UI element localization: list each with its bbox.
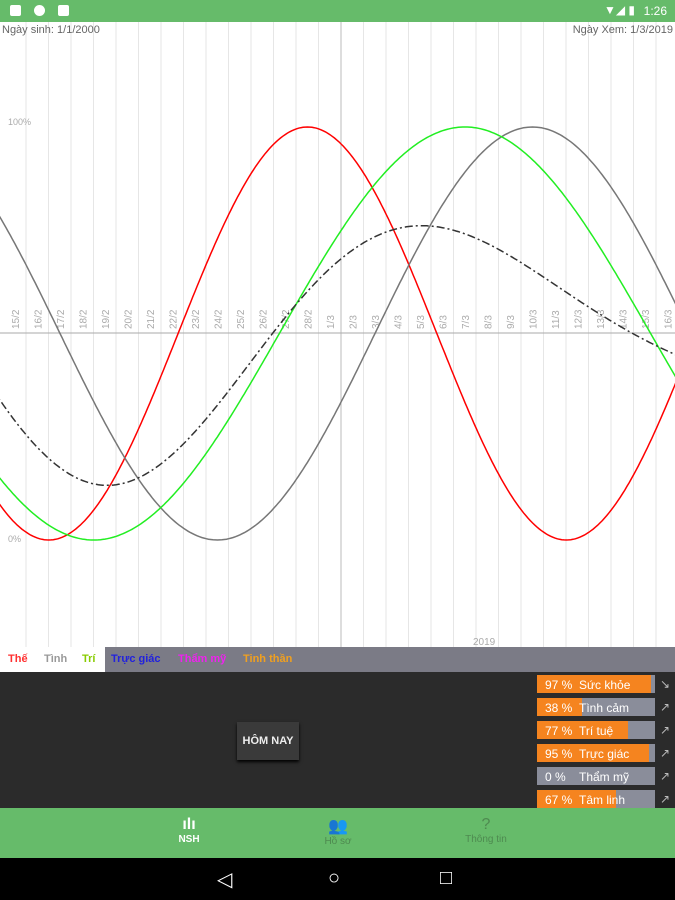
arrow-up-right-icon: ↗ xyxy=(660,723,671,737)
indicator-bar: 77 % Trí tuệ xyxy=(537,721,655,739)
x-tick-label: 9/3 xyxy=(506,315,517,329)
indicator-name: Tâm linh xyxy=(579,793,626,807)
x-tick-label: 19/2 xyxy=(101,309,112,329)
home-icon[interactable]: ○ xyxy=(328,867,340,890)
legend-tab[interactable]: Thế xyxy=(8,653,28,665)
x-tick-label: 6/3 xyxy=(439,315,450,329)
indicator-bar: 97 % Sức khỏe xyxy=(537,675,655,693)
y-label-100: 100% xyxy=(8,117,31,127)
biorhythm-chart[interactable]: 15/2 16/2 17/2 18/2 19/2 20/2 21/2 22/2 23/2 24/2… xyxy=(0,22,675,647)
sd-card-icon xyxy=(58,5,69,16)
x-tick-label: 15/2 xyxy=(11,309,22,329)
indicator-percent: 95 % xyxy=(545,747,573,761)
recents-icon[interactable]: □ xyxy=(440,867,452,890)
x-tick-label: 7/3 xyxy=(461,315,472,329)
view-date: Ngày Xem: 1/3/2019 xyxy=(572,24,673,36)
indicator-percent: 97 % xyxy=(545,678,573,692)
legend-tabs: Thế Tình Trí Trực giác Thẩm mỹ Tinh thần xyxy=(0,647,675,672)
year-label: 2019 xyxy=(473,637,496,647)
legend-tab[interactable]: Tinh thần xyxy=(243,653,292,665)
x-tick-label: 23/2 xyxy=(191,309,202,329)
x-tick-label: 16/3 xyxy=(664,309,675,329)
x-tick-label: 1/3 xyxy=(326,315,337,329)
arrow-up-right-icon: ↗ xyxy=(660,700,671,714)
x-tick-label: 18/2 xyxy=(79,309,90,329)
nav-label: Hồ sơ xyxy=(324,836,352,847)
nav-item-0[interactable]: ılı NSH xyxy=(129,808,249,858)
indicator-bar: 38 % Tình cảm xyxy=(537,698,655,716)
legend-tab[interactable]: Trí xyxy=(82,653,95,665)
x-tick-label: 27/2 xyxy=(281,309,292,329)
x-tick-label: 25/2 xyxy=(236,309,247,329)
x-tick-label: 24/2 xyxy=(214,309,225,329)
y-label-0: 0% xyxy=(8,534,21,544)
wifi-icon: ▼◢ ▮ xyxy=(603,3,635,17)
indicator-bar: 95 % Trực giác xyxy=(537,744,655,762)
circle-icon xyxy=(34,5,45,16)
people-icon: 👥 xyxy=(328,818,348,835)
indicator-name: Tình cảm xyxy=(579,701,630,715)
x-tick-label: 16/2 xyxy=(34,309,45,329)
indicator-name: Trực giác xyxy=(579,747,630,761)
x-tick-label: 21/2 xyxy=(146,309,157,329)
legend-tab[interactable]: Thẩm mỹ xyxy=(178,653,226,665)
indicator-percent: 67 % xyxy=(545,793,573,807)
indicator-percent: 0 % xyxy=(545,770,566,784)
a-icon xyxy=(10,5,21,16)
indicator-percent: 38 % xyxy=(545,701,573,715)
x-tick-label: 12/3 xyxy=(574,309,585,329)
indicator-name: Trí tuệ xyxy=(579,724,614,738)
indicator-percent: 77 % xyxy=(545,724,573,738)
x-tick-label: 22/2 xyxy=(169,309,180,329)
clock: 1:26 xyxy=(643,4,667,18)
legend-tab[interactable]: Tình xyxy=(44,653,67,665)
indicator-bar: 67 % Tâm linh xyxy=(537,790,655,808)
birth-date: Ngày sinh: 1/1/2000 xyxy=(2,24,100,36)
indicator-name: Sức khỏe xyxy=(579,678,631,692)
back-icon[interactable]: ◁ xyxy=(217,867,232,892)
today-button[interactable]: HÔM NAY xyxy=(237,722,299,760)
x-tick-label: 17/2 xyxy=(56,309,67,329)
x-tick-label: 4/3 xyxy=(394,315,405,329)
x-tick-label: 10/3 xyxy=(529,309,540,329)
waveform-icon: ılı xyxy=(182,816,196,833)
arrow-up-right-icon: ↗ xyxy=(660,769,671,783)
indicator-bar: 0 % Thẩm mỹ xyxy=(537,767,655,785)
x-tick-label: 26/2 xyxy=(259,309,270,329)
series-line xyxy=(0,224,675,487)
nav-item-2[interactable]: ? Thông tin xyxy=(426,808,546,858)
x-tick-label: 11/3 xyxy=(551,310,562,329)
indicator-panel: HÔM NAY 97 % Sức khỏe ↘ 38 % Tình cảm ↗ 77… xyxy=(0,672,675,808)
nav-label: NSH xyxy=(178,834,200,845)
arrow-up-right-icon: ↗ xyxy=(660,792,671,806)
nav-item-1[interactable]: 👥 Hồ sơ xyxy=(278,808,398,858)
nav-label: Thông tin xyxy=(465,834,507,845)
status-bar: ▼◢ ▮ 1:26 xyxy=(0,0,675,22)
x-tick-label: 8/3 xyxy=(484,315,495,329)
legend-tab[interactable]: Trực giác xyxy=(111,653,161,665)
indicator-name: Thẩm mỹ xyxy=(579,770,630,784)
help-icon: ? xyxy=(481,816,491,833)
x-tick-label: 20/2 xyxy=(124,309,135,329)
x-tick-label: 28/2 xyxy=(304,309,315,329)
x-tick-label: 2/3 xyxy=(349,315,360,329)
system-nav: ◁ ○ □ xyxy=(0,858,675,900)
arrow-up-right-icon: ↗ xyxy=(660,746,671,760)
x-tick-label: 5/3 xyxy=(416,315,427,329)
bottom-nav: ılı NSH 👥 Hồ sơ? Thông tin xyxy=(0,808,675,858)
arrow-down-right-icon: ↘ xyxy=(660,677,671,691)
